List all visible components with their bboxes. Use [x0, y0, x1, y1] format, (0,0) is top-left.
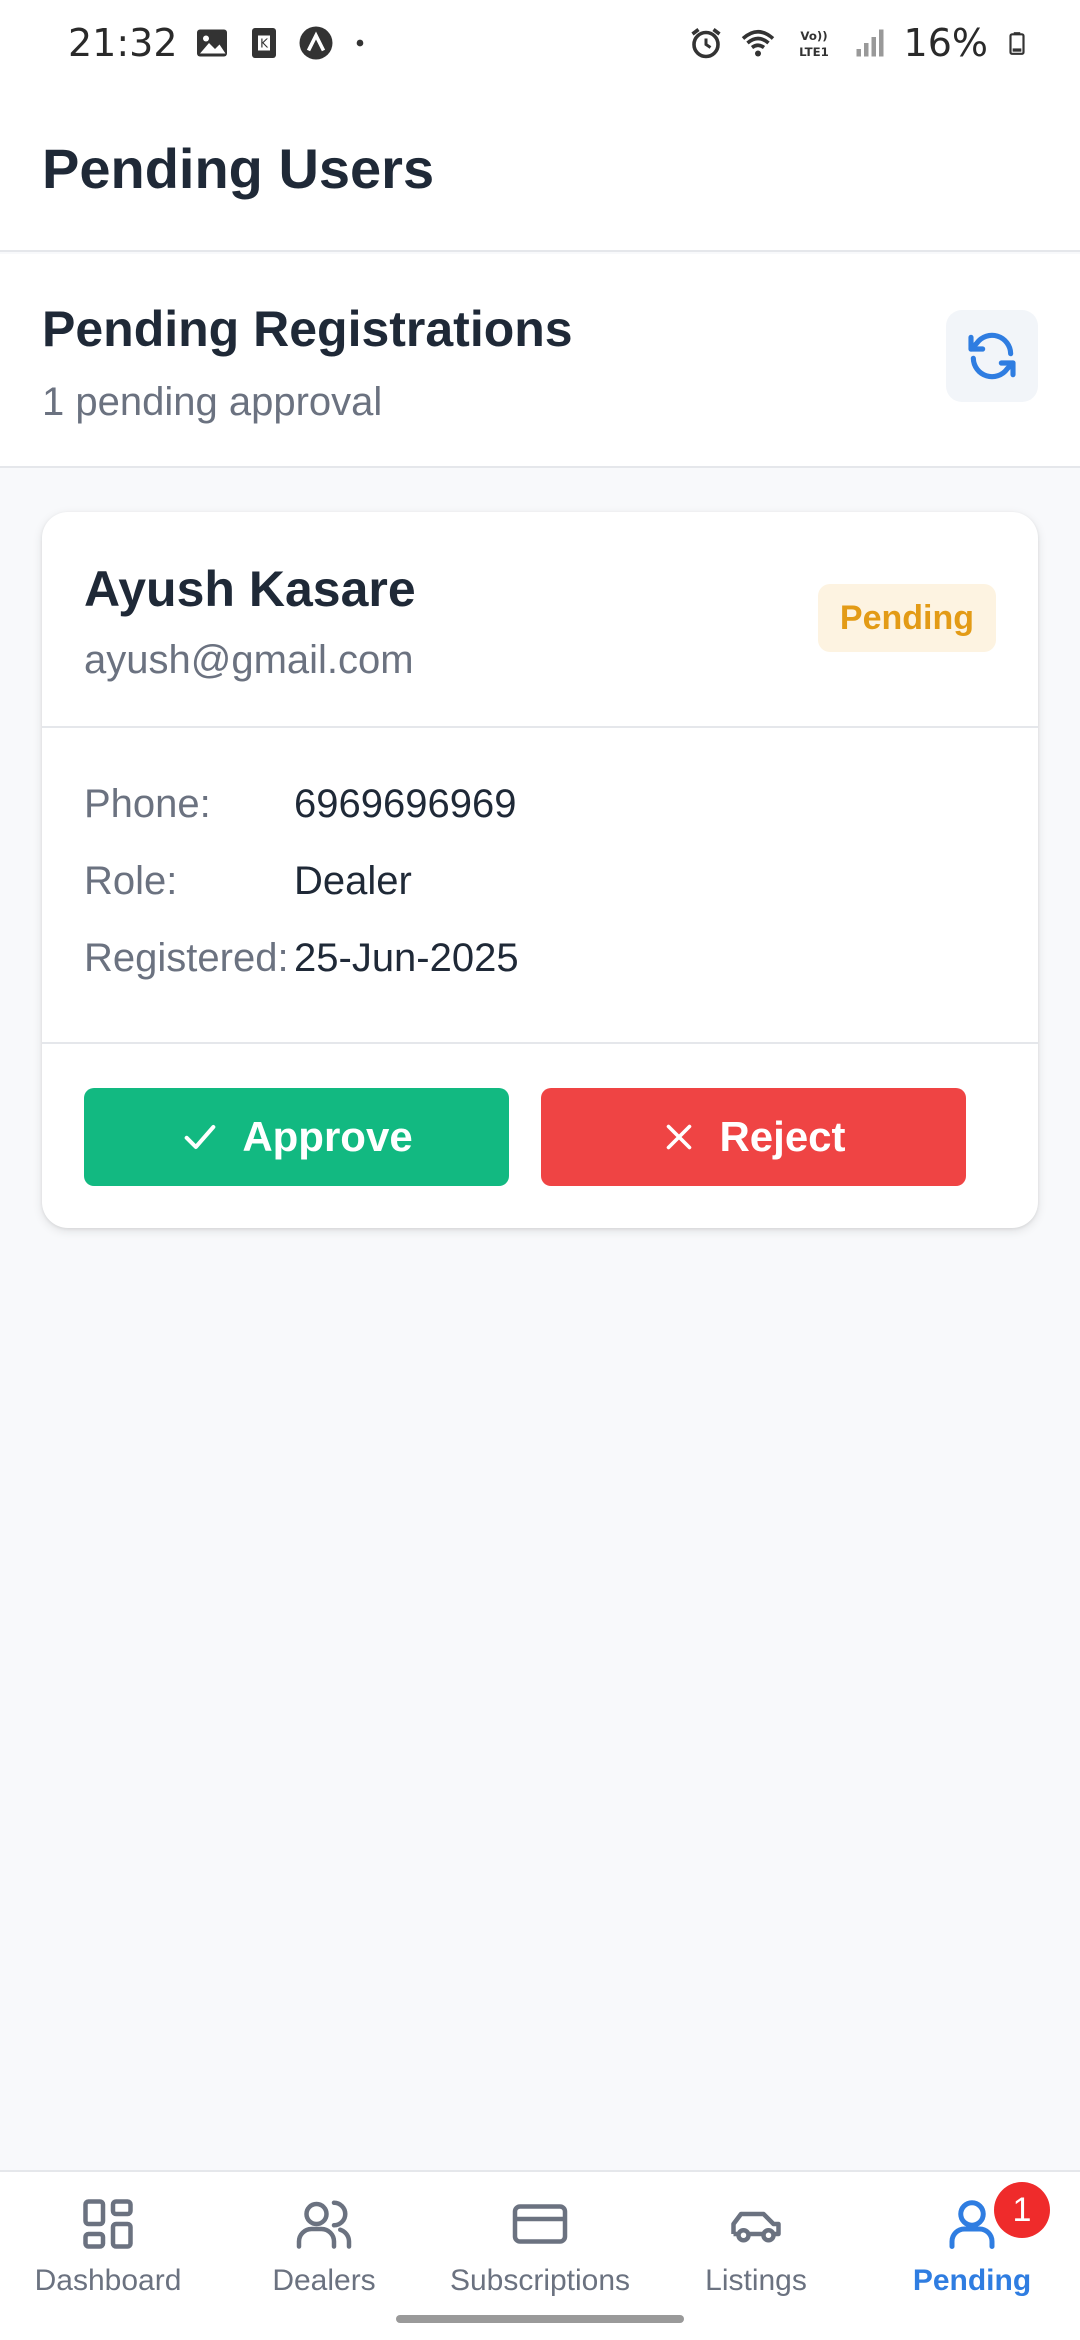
wifi-icon — [741, 29, 774, 57]
status-bar-left: 21:32 K — [68, 21, 370, 65]
k-app-icon: K — [251, 28, 276, 58]
reject-button[interactable]: Reject — [541, 1088, 966, 1186]
pending-user-card: Ayush Kasare ayush@gmail.com Pending Pho… — [42, 512, 1038, 1228]
detail-label: Registered: — [84, 936, 289, 980]
expo-icon — [299, 26, 333, 60]
refresh-icon — [968, 332, 1016, 380]
card-details: Phone: 6969696969 Role: Dealer Registere… — [42, 728, 1038, 1044]
nav-label: Listings — [705, 2264, 807, 2297]
svg-text:Vo)): Vo)) — [800, 29, 827, 43]
gallery-icon — [196, 29, 227, 57]
battery-percent: 16% — [903, 21, 988, 65]
users-icon — [296, 2200, 352, 2249]
check-icon — [184, 1125, 216, 1149]
nav-label: Dealers — [272, 2264, 376, 2297]
page-title: Pending Users — [42, 136, 435, 200]
approve-button[interactable]: Approve — [84, 1088, 509, 1186]
status-time: 21:32 — [68, 21, 178, 65]
status-bar-right: Vo)) LTE1 16% — [688, 21, 1030, 65]
reject-label: Reject — [719, 1113, 846, 1160]
nav-label: Pending — [912, 2264, 1032, 2297]
battery-icon — [1009, 32, 1025, 55]
dashboard-icon — [83, 2199, 133, 2249]
status-bar: 21:32 K Vo)) LTE1 16% — [0, 0, 1080, 86]
detail-row-registered: Registered: 25-Jun-2025 — [84, 920, 996, 997]
pending-count: 1 pending approval — [42, 380, 383, 424]
home-indicator[interactable] — [396, 2315, 684, 2323]
car-icon — [731, 2211, 781, 2243]
section-header: Pending Registrations 1 pending approval — [0, 254, 1080, 468]
detail-label: Role: — [84, 859, 178, 903]
nav-label: Subscriptions — [449, 2264, 631, 2297]
volte-icon: Vo)) LTE1 — [799, 29, 829, 59]
credit-card-icon — [512, 2204, 568, 2244]
svg-text:LTE1: LTE1 — [799, 45, 829, 59]
dot-icon — [356, 39, 363, 47]
nav-item-dashboard[interactable]: Dashboard — [0, 2172, 216, 2340]
nav-label: Dashboard — [34, 2264, 182, 2297]
alarm-icon — [690, 28, 721, 59]
detail-row-phone: Phone: 6969696969 — [84, 766, 996, 843]
app-header: Pending Users — [0, 86, 1080, 252]
signal-icon — [856, 29, 884, 57]
refresh-button[interactable] — [946, 310, 1038, 402]
detail-label: Phone: — [84, 782, 211, 826]
pending-count-badge: 1 — [994, 2182, 1050, 2238]
status-badge: Pending — [817, 584, 996, 652]
detail-row-role: Role: Dealer — [84, 843, 996, 920]
detail-value: Dealer — [294, 859, 412, 903]
detail-value: 6969696969 — [294, 782, 517, 826]
close-icon — [667, 1124, 692, 1150]
user-icon — [949, 2200, 995, 2249]
approve-label: Approve — [242, 1113, 413, 1160]
card-header: Ayush Kasare ayush@gmail.com Pending — [42, 512, 1038, 728]
nav-item-pending[interactable]: Pending 1 — [864, 2172, 1080, 2340]
svg-text:K: K — [260, 37, 269, 51]
card-actions: Approve Reject — [42, 1044, 1038, 1186]
section-title: Pending Registrations — [42, 301, 573, 357]
detail-value: 25-Jun-2025 — [294, 936, 519, 980]
